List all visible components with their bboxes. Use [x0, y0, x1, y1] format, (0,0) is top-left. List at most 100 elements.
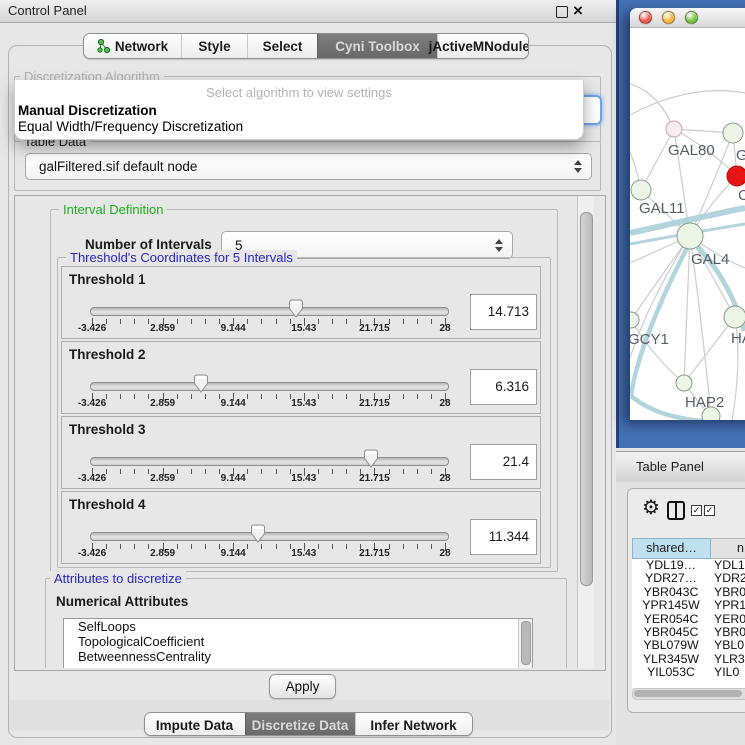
main-scrollbar[interactable]: [577, 196, 594, 668]
node-gcy1[interactable]: [630, 312, 639, 328]
node-gal11[interactable]: [631, 180, 651, 200]
table-row[interactable]: YLR345WYLR3: [632, 653, 745, 666]
apply-button[interactable]: Apply: [269, 674, 336, 699]
threshold-value-field[interactable]: 11.344: [470, 519, 537, 555]
slider-tick: [134, 469, 135, 474]
table-row[interactable]: YBR043CYBR0: [632, 586, 745, 599]
traffic-light-zoom-icon[interactable]: [685, 11, 698, 24]
main-scrollbar-thumb[interactable]: [580, 212, 593, 586]
popup-hint: Select algorithm to view settings: [15, 85, 583, 100]
split-pane-icon[interactable]: [667, 501, 685, 520]
list-item[interactable]: BetweennessCentrality: [64, 649, 532, 664]
threshold-value-field[interactable]: 21.4: [470, 444, 537, 480]
table-row[interactable]: YER054CYER0: [632, 613, 745, 626]
slider-tick: [261, 319, 262, 324]
slider-tick: [431, 469, 432, 474]
column-header-n[interactable]: n: [711, 538, 745, 559]
node-label: GAL4: [691, 251, 729, 268]
table-hscrollbar[interactable]: [632, 688, 745, 700]
checkbox-icon[interactable]: ✓: [691, 505, 702, 516]
traffic-light-close-icon[interactable]: [639, 11, 652, 24]
network-canvas[interactable]: GAL80GACGAL11GAL4HAGCY1HAP2: [630, 28, 745, 420]
slider-tick: [431, 394, 432, 399]
slider-tick: [134, 394, 135, 399]
cell-name: YER0: [710, 613, 745, 626]
list-item[interactable]: TopologicalCoefficient: [64, 634, 532, 649]
tab-style[interactable]: Style: [181, 34, 247, 58]
network-edge-thick[interactable]: [631, 246, 688, 396]
cell-shared-name: YIL053C: [632, 666, 710, 679]
slider-tick-label: -3.426: [78, 398, 106, 409]
node-gal80[interactable]: [666, 121, 682, 137]
slider-thumb[interactable]: [288, 299, 304, 321]
slider-tick: [247, 544, 248, 549]
slider-thumb[interactable]: [193, 374, 209, 396]
node-hap2[interactable]: [676, 375, 692, 391]
slider-tick-label: 15.43: [291, 398, 316, 409]
table-row[interactable]: YDL19…YDL1: [632, 559, 745, 572]
slider-tick-label: 21.715: [359, 398, 390, 409]
slider-tick: [332, 394, 333, 399]
tab-jactivemnodules[interactable]: jActiveMNodules: [437, 34, 528, 58]
tab-impute-data[interactable]: Impute Data: [145, 713, 245, 736]
tab-network[interactable]: Network: [84, 34, 181, 58]
table-row[interactable]: YDR27…YDR2: [632, 572, 745, 585]
node-ga[interactable]: [723, 123, 743, 143]
slider-tick: [276, 319, 277, 324]
list-item[interactable]: SelfLoops: [64, 619, 532, 634]
network-edge[interactable]: [684, 317, 735, 383]
slider-tick-label: -3.426: [78, 323, 106, 334]
attributes-list[interactable]: SelfLoopsTopologicalCoefficientBetweenne…: [63, 618, 533, 668]
threshold-slider[interactable]: [90, 532, 449, 541]
threshold-label: Threshold 2: [69, 347, 146, 362]
cell-name: YDR2: [710, 572, 745, 585]
thresholds-legend: Threshold's Coordinates for 5 Intervals: [66, 250, 297, 265]
node-gal4[interactable]: [677, 223, 703, 249]
table-hscrollbar-thumb[interactable]: [634, 690, 742, 697]
slider-tick: [403, 544, 404, 549]
threshold-value-field[interactable]: 6.316: [470, 369, 537, 405]
network-edge[interactable]: [631, 320, 684, 383]
table-data-combobox[interactable]: galFiltered.sif default node: [25, 153, 592, 180]
tab-discretize-data[interactable]: Discretize Data: [245, 713, 355, 736]
checkbox-icon[interactable]: ✓: [704, 505, 715, 516]
cell-name: YBR0: [710, 626, 745, 639]
network-edge[interactable]: [630, 91, 745, 115]
threshold-slider[interactable]: [90, 457, 449, 466]
slider-tick-label: 9.144: [221, 398, 246, 409]
node-ha[interactable]: [724, 306, 745, 328]
slider-thumb[interactable]: [363, 449, 379, 471]
slider-tick: [247, 469, 248, 474]
threshold-value-field[interactable]: 14.713: [470, 294, 537, 330]
tab-infer-network[interactable]: Infer Network: [355, 713, 472, 736]
attributes-list-scrollbar[interactable]: [518, 619, 532, 668]
gear-icon[interactable]: ⚙: [642, 495, 660, 520]
node-c[interactable]: [727, 166, 745, 186]
slider-tick: [318, 394, 319, 399]
slider-tick: [403, 394, 404, 399]
table-row[interactable]: YBL079WYBL0: [632, 639, 745, 652]
thresholds-container: Threshold 1-3.4262.8599.14415.4321.71528…: [61, 266, 541, 566]
tab-label: jActiveMNodules: [429, 39, 529, 54]
table-row[interactable]: YIL053CYIL0: [632, 666, 745, 679]
threshold-slider[interactable]: [90, 382, 449, 391]
popup-item-equal-width-frequency-discretization[interactable]: Equal Width/Frequency Discretization: [18, 119, 243, 134]
node-label: HA: [731, 330, 745, 347]
table-row[interactable]: YBR045CYBR0: [632, 626, 745, 639]
table-row[interactable]: YPR145WYPR1: [632, 599, 745, 612]
network-edge[interactable]: [630, 84, 674, 129]
panel-titlebar: Control Panel ×: [0, 0, 616, 23]
popup-item-manual-discretization[interactable]: Manual Discretization: [18, 103, 157, 118]
float-window-icon[interactable]: [556, 6, 568, 18]
traffic-light-minimize-icon[interactable]: [662, 11, 675, 24]
algorithm-popup: Select algorithm to view settings Manual…: [14, 80, 584, 140]
stepper-icon: [573, 160, 582, 173]
close-icon[interactable]: ×: [573, 0, 583, 22]
network-edge[interactable]: [684, 236, 690, 383]
slider-thumb[interactable]: [250, 524, 266, 546]
panel-title: Control Panel: [8, 3, 87, 18]
threshold-slider[interactable]: [90, 307, 449, 316]
tab-cyni-toolbox[interactable]: Cyni Toolbox: [317, 34, 437, 58]
column-header-shared[interactable]: shared…: [632, 538, 711, 559]
tab-select[interactable]: Select: [247, 34, 317, 58]
